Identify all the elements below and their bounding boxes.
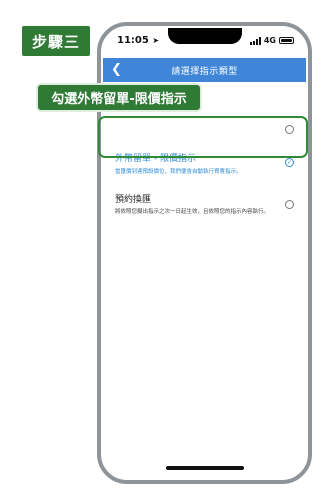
network-label: 4G bbox=[263, 36, 276, 45]
highlight-box bbox=[98, 116, 308, 158]
status-time: 11:05 ➤ bbox=[117, 35, 159, 46]
nav-header: ❮ 請選擇指示類型 bbox=[103, 58, 306, 82]
battery-icon bbox=[279, 37, 294, 44]
option-item-3[interactable]: 預約換匯 將依照您擬出指示之次一日起生效，且依照您的指示內容執行。 bbox=[103, 190, 306, 222]
signal-icon bbox=[249, 36, 261, 45]
notch bbox=[167, 28, 242, 44]
status-bar: 11:05 ➤ 4G bbox=[103, 28, 306, 58]
status-time-text: 11:05 bbox=[117, 35, 149, 46]
home-indicator bbox=[165, 466, 244, 470]
option-title: 預約換匯 bbox=[115, 195, 152, 205]
back-icon[interactable]: ❮ bbox=[111, 61, 122, 79]
step-badge: 步驟三 bbox=[22, 26, 90, 56]
radio-unchecked-icon[interactable] bbox=[285, 200, 294, 209]
option-description: 將依照您擬出指示之次一日起生效，且依照您的指示內容執行。 bbox=[115, 209, 270, 215]
radio-checked-icon[interactable]: ✓ bbox=[285, 158, 294, 167]
option-description: 當匯價到達預設價位，我們便會自動執行買賣指示。 bbox=[115, 169, 242, 175]
callout-label: 勾選外幣留單-限價指示 bbox=[36, 83, 202, 112]
status-indicators: 4G bbox=[249, 36, 294, 45]
page-title: 請選擇指示類型 bbox=[171, 66, 238, 77]
location-icon: ➤ bbox=[152, 36, 160, 45]
